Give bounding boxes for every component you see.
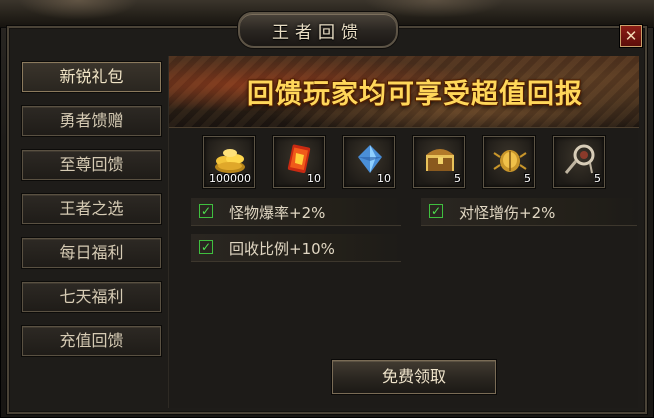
promo-banner: 回馈玩家均可享受超值回报 — [169, 56, 639, 128]
checkbox-checked-icon: ✓ — [199, 240, 213, 254]
checkbox-checked-icon: ✓ — [429, 204, 443, 218]
bonus-row: ✓ 对怪增伤+2% — [421, 198, 637, 226]
reward-slot[interactable]: 100000 — [203, 136, 255, 188]
reward-slot[interactable]: 10 — [273, 136, 325, 188]
bonus-label: 对怪增伤+2% — [459, 204, 556, 222]
bonus-row: ✓ 回收比例+10% — [191, 234, 401, 262]
sidebar-item-recharge-return[interactable]: 充值回馈 — [22, 326, 161, 356]
reward-slot[interactable]: 5 — [483, 136, 535, 188]
reward-slot[interactable]: 5 — [553, 136, 605, 188]
reward-slot[interactable]: 5 — [413, 136, 465, 188]
banner-headline: 回馈玩家均可享受超值回报 — [247, 79, 583, 110]
sidebar-item-supreme-return[interactable]: 至尊回馈 — [22, 150, 161, 180]
reward-quantity: 5 — [454, 172, 461, 185]
reward-slot[interactable]: 10 — [343, 136, 395, 188]
reward-quantity: 5 — [594, 172, 601, 185]
reward-quantity: 100000 — [209, 172, 251, 185]
bonus-label: 回收比例+10% — [229, 240, 335, 258]
close-button[interactable]: ✕ — [620, 25, 642, 47]
sidebar: 新锐礼包 勇者馈赠 至尊回馈 王者之选 每日福利 七天福利 充值回馈 — [22, 62, 162, 370]
sidebar-item-newbie-pack[interactable]: 新锐礼包 — [22, 62, 161, 92]
sidebar-item-hero-gift[interactable]: 勇者馈赠 — [22, 106, 161, 136]
sidebar-item-seven-day-welfare[interactable]: 七天福利 — [22, 282, 161, 312]
sidebar-item-daily-welfare[interactable]: 每日福利 — [22, 238, 161, 268]
sidebar-item-king-choice[interactable]: 王者之选 — [22, 194, 161, 224]
reward-quantity: 10 — [307, 172, 321, 185]
bonus-row: ✓ 怪物爆率+2% — [191, 198, 401, 226]
dialog-title: 王者回馈 — [272, 22, 364, 43]
claim-free-button[interactable]: 免费领取 — [332, 360, 496, 394]
content-panel: 回馈玩家均可享受超值回报 100000 10 10 5 5 5 ✓ 怪物爆率+2… — [168, 56, 639, 408]
reward-quantity: 10 — [377, 172, 391, 185]
bonus-label: 怪物爆率+2% — [229, 204, 326, 222]
reward-quantity: 5 — [524, 172, 531, 185]
checkbox-checked-icon: ✓ — [199, 204, 213, 218]
title-plate: 王者回馈 — [238, 12, 398, 48]
